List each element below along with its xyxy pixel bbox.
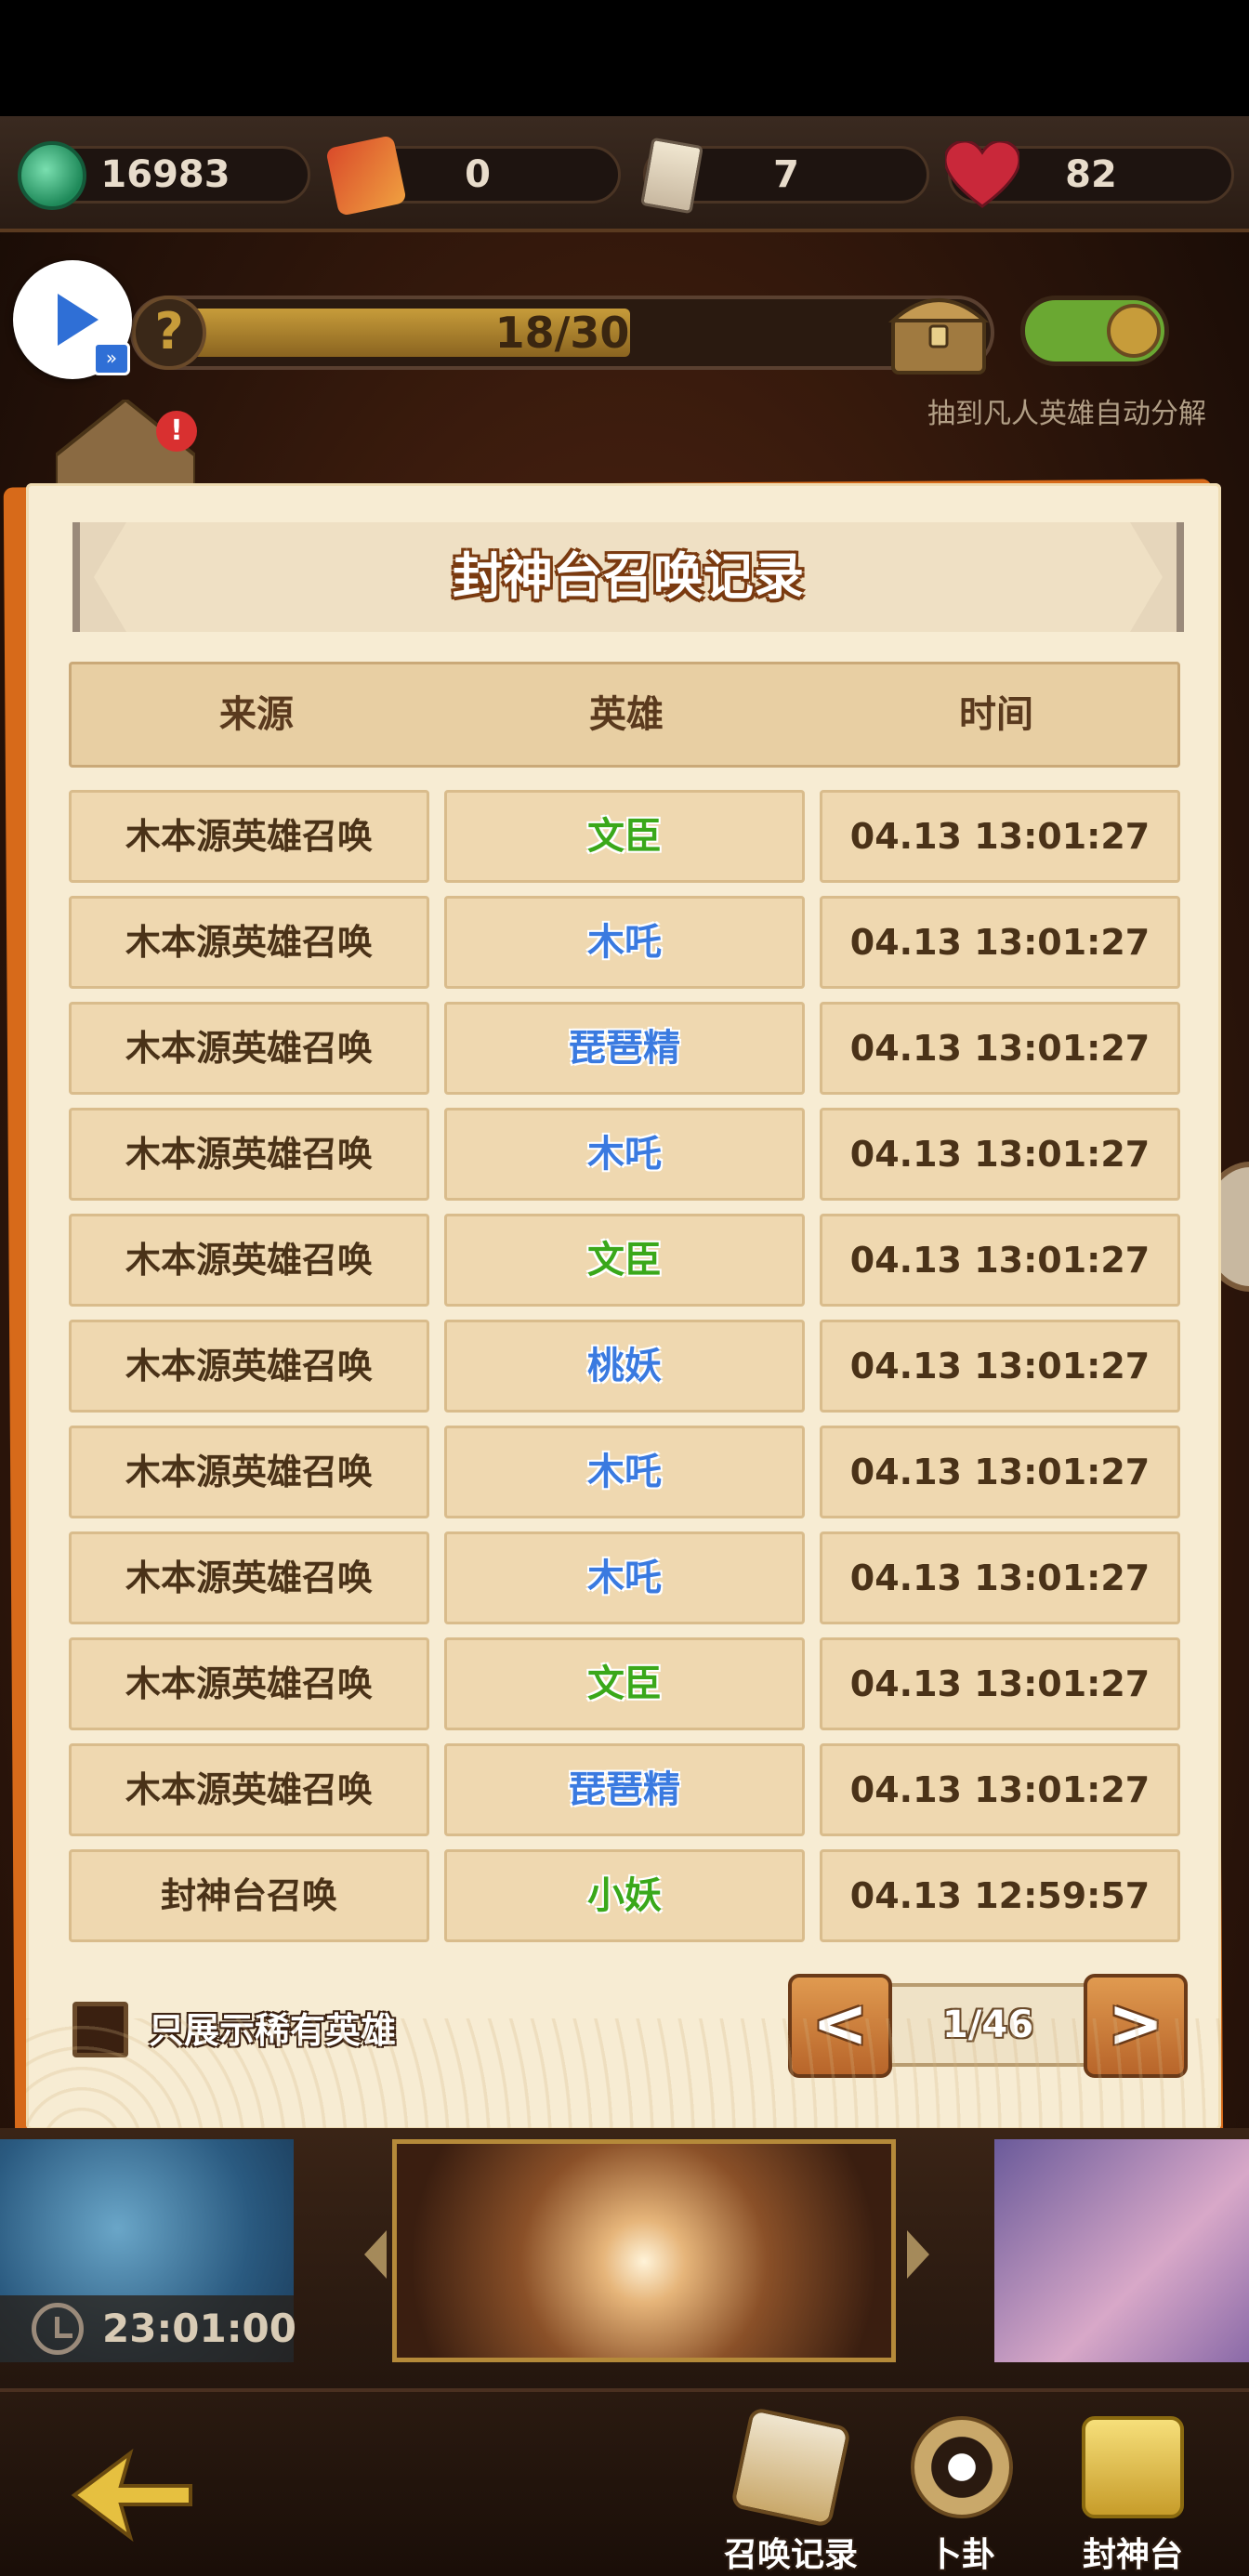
next-page-button[interactable]: > — [1084, 1974, 1188, 2078]
table-header: 来源 英雄 时间 — [69, 662, 1180, 768]
table-row: 木本源英雄召唤 文臣 04.13 13:01:27 — [69, 1214, 1180, 1307]
clock-icon — [32, 2303, 84, 2355]
back-arrow-icon[interactable] — [65, 2444, 195, 2546]
nav-divination[interactable]: 卜卦 — [883, 2416, 1041, 2576]
table-row: 木本源英雄召唤 琵琶精 04.13 13:01:27 — [69, 1002, 1180, 1095]
cell-source: 木本源英雄召唤 — [69, 1743, 429, 1836]
table-row: 木本源英雄召唤 文臣 04.13 13:01:27 — [69, 1637, 1180, 1730]
rare-only-checkbox[interactable] — [72, 2002, 128, 2057]
cell-hero[interactable]: 琵琶精 — [444, 1002, 805, 1095]
resource-heart[interactable]: 82 — [943, 139, 1234, 208]
table-row: 木本源英雄召唤 桃妖 04.13 13:01:27 — [69, 1320, 1180, 1413]
table-row: 木本源英雄召唤 木吒 04.13 13:01:27 — [69, 1426, 1180, 1518]
scroll-count: 7 — [773, 153, 799, 196]
scroll-record-icon — [730, 2406, 852, 2529]
cell-source: 木本源英雄召唤 — [69, 1637, 429, 1730]
cell-source: 木本源英雄召唤 — [69, 896, 429, 989]
rare-only-label: 只展示稀有英雄 — [149, 2010, 397, 2051]
nav-summon-record[interactable]: 召唤记录 — [712, 2406, 870, 2576]
table-row: 木本源英雄召唤 琵琶精 04.13 13:01:27 — [69, 1743, 1180, 1836]
cell-hero[interactable]: 小妖 — [444, 1849, 805, 1942]
treasure-chest-icon[interactable] — [887, 283, 990, 376]
bagua-icon — [911, 2416, 1013, 2518]
cell-time: 04.13 13:01:27 — [820, 1320, 1180, 1413]
cell-hero[interactable]: 木吒 — [444, 1531, 805, 1624]
pagination: 1/46 < > — [788, 1974, 1188, 2078]
cell-time: 04.13 13:01:27 — [820, 896, 1180, 989]
cell-time: 04.13 13:01:27 — [820, 1426, 1180, 1518]
cell-hero[interactable]: 木吒 — [444, 1108, 805, 1201]
cell-time: 04.13 13:01:27 — [820, 1002, 1180, 1095]
table-row: 木本源英雄召唤 木吒 04.13 13:01:27 — [69, 1108, 1180, 1201]
resource-fan[interactable]: 0 — [325, 135, 621, 217]
nav-fengshen[interactable]: 封神台 — [1054, 2416, 1212, 2576]
carousel-right-icon[interactable] — [907, 2230, 929, 2279]
status-bar — [0, 0, 1249, 116]
fast-forward-icon: » — [93, 342, 130, 375]
auto-decompose-label: 抽到凡人英雄自动分解 — [927, 398, 1206, 430]
cell-source: 木本源英雄召唤 — [69, 790, 429, 883]
game-screen: 16983 0 7 82 18/30 ? 抽到凡人英雄自动分解 » ! 封神台召… — [0, 0, 1249, 2576]
alert-icon: ! — [156, 411, 197, 452]
cell-source: 木本源英雄召唤 — [69, 1426, 429, 1518]
resource-bar: 16983 0 7 82 — [0, 116, 1249, 232]
cell-source: 木本源英雄召唤 — [69, 1320, 429, 1413]
auto-decompose-toggle[interactable] — [1020, 296, 1169, 366]
cell-hero[interactable]: 木吒 — [444, 896, 805, 989]
cell-time: 04.13 13:01:27 — [820, 790, 1180, 883]
cell-source: 封神台召唤 — [69, 1849, 429, 1942]
resource-scroll[interactable]: 7 — [640, 137, 929, 215]
cell-hero[interactable]: 文臣 — [444, 790, 805, 883]
heart-count: 82 — [1065, 153, 1117, 196]
nav-divination-label: 卜卦 — [927, 2536, 995, 2574]
table-row: 木本源英雄召唤 木吒 04.13 13:01:27 — [69, 896, 1180, 989]
cell-source: 木本源英雄召唤 — [69, 1002, 429, 1095]
progress-bar: 18/30 — [130, 296, 994, 370]
cell-time: 04.13 12:59:57 — [820, 1849, 1180, 1942]
dialog-title-bar: 封神台召唤记录 — [72, 522, 1184, 632]
header-source: 来源 — [219, 693, 294, 736]
jade-count: 16983 — [100, 153, 230, 196]
carousel-left-icon[interactable] — [364, 2230, 387, 2279]
header-time: 时间 — [959, 693, 1033, 736]
resource-jade[interactable]: 16983 — [18, 141, 310, 210]
cell-source: 木本源英雄召唤 — [69, 1214, 429, 1307]
cell-hero[interactable]: 文臣 — [444, 1214, 805, 1307]
countdown-timer: 23:01:00 — [102, 2306, 296, 2351]
cell-time: 04.13 13:01:27 — [820, 1637, 1180, 1730]
table-row: 封神台召唤 小妖 04.13 12:59:57 — [69, 1849, 1180, 1942]
cell-hero[interactable]: 木吒 — [444, 1426, 805, 1518]
dialog-title: 封神台召唤记录 — [453, 547, 804, 606]
summon-record-dialog: 封神台召唤记录 来源 英雄 时间 木本源英雄召唤 文臣 04.13 13:01:… — [26, 483, 1221, 2130]
cell-hero[interactable]: 文臣 — [444, 1637, 805, 1730]
nav-summon-record-label: 召唤记录 — [723, 2536, 858, 2574]
prev-page-button[interactable]: < — [788, 1974, 892, 2078]
cell-time: 04.13 13:01:27 — [820, 1531, 1180, 1624]
progress-text: 18/30 — [494, 308, 630, 358]
cell-source: 木本源英雄召唤 — [69, 1531, 429, 1624]
golden-scroll-icon — [1082, 2416, 1184, 2518]
cell-hero[interactable]: 琵琶精 — [444, 1743, 805, 1836]
help-icon[interactable]: ? — [132, 296, 206, 370]
cell-source: 木本源英雄召唤 — [69, 1108, 429, 1201]
toggle-knob — [1107, 304, 1161, 358]
hero-portrait-card[interactable] — [994, 2139, 1249, 2362]
header-hero: 英雄 — [589, 693, 664, 736]
table-row: 木本源英雄召唤 木吒 04.13 13:01:27 — [69, 1531, 1180, 1624]
cell-time: 04.13 13:01:27 — [820, 1214, 1180, 1307]
table-row: 木本源英雄召唤 文臣 04.13 13:01:27 — [69, 790, 1180, 883]
cell-hero[interactable]: 桃妖 — [444, 1320, 805, 1413]
cell-time: 04.13 13:01:27 — [820, 1108, 1180, 1201]
fan-count: 0 — [465, 153, 491, 196]
summon-portal-card[interactable] — [392, 2139, 896, 2362]
page-indicator: 1/46 — [888, 1983, 1087, 2067]
nav-fengshen-label: 封神台 — [1082, 2536, 1183, 2574]
cell-time: 04.13 13:01:27 — [820, 1743, 1180, 1836]
